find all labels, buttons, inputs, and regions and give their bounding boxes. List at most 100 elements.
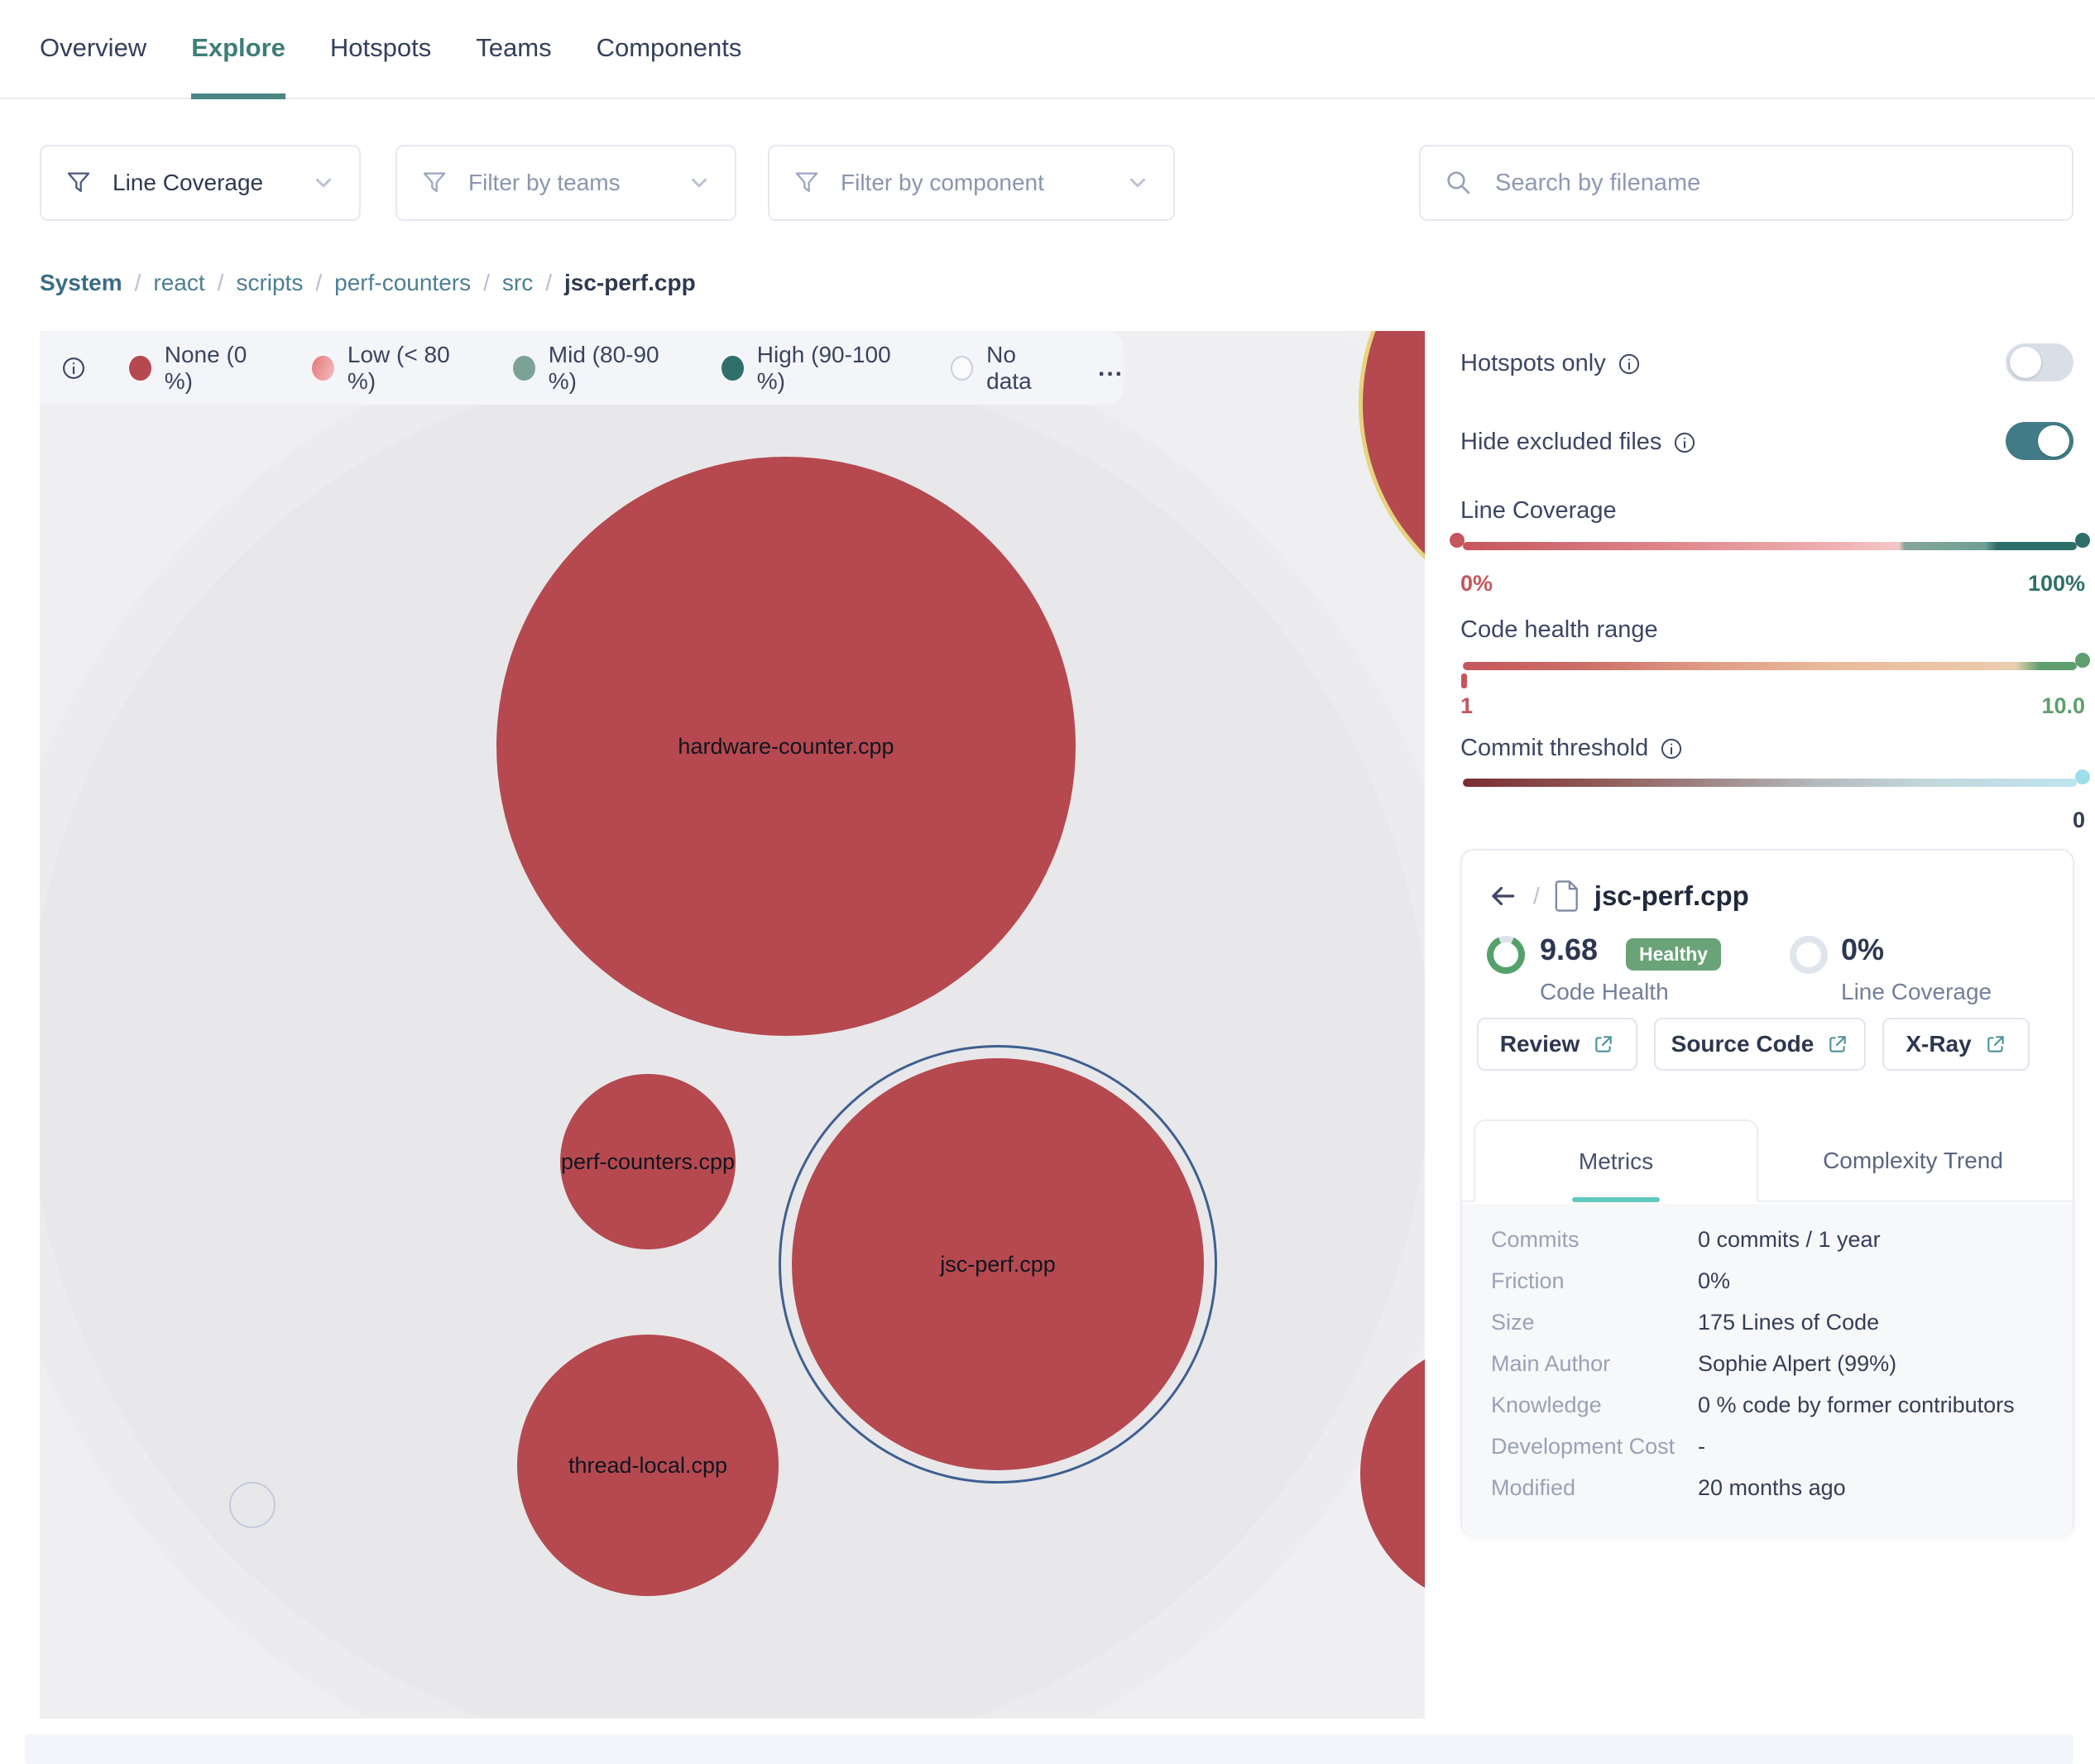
code-health-min-handle[interactable]	[1461, 673, 1467, 688]
metric-filter-value: Line Coverage	[113, 170, 263, 196]
tab-overview[interactable]: Overview	[40, 0, 146, 99]
source-code-button-label: Source Code	[1671, 1031, 1815, 1057]
legend-more-button[interactable]: ...	[1098, 354, 1124, 382]
breadcrumb-react[interactable]: react	[153, 270, 204, 296]
legend-item-none[interactable]: None (0 %)	[129, 342, 269, 395]
bubble-label: perf-counters.cpp	[561, 1149, 735, 1175]
component-filter-dropdown[interactable]: Filter by component	[768, 145, 1175, 221]
detail-tabs: Metrics Complexity Trend	[1462, 1119, 2073, 1202]
hide-excluded-toggle[interactable]	[2006, 422, 2073, 460]
breadcrumb-separator: /	[545, 270, 552, 296]
commit-threshold-text: Commit threshold	[1460, 735, 1648, 762]
path-separator: /	[1533, 883, 1540, 909]
legend-item-low[interactable]: Low (< 80 %)	[312, 342, 470, 395]
hotspots-only-text: Hotspots only	[1460, 350, 1606, 377]
coverage-legend: None (0 %) Low (< 80 %) Mid (80-90 %) Hi…	[40, 331, 1124, 405]
breadcrumb-system[interactable]: System	[40, 270, 122, 296]
active-tab-underline	[1572, 1197, 1660, 1202]
breadcrumb-separator: /	[218, 270, 224, 296]
code-health-ring-icon	[1487, 936, 1525, 974]
legend-label: None (0 %)	[165, 342, 269, 395]
source-code-button[interactable]: Source Code	[1654, 1018, 1866, 1071]
tab-explore[interactable]: Explore	[191, 0, 285, 99]
search-icon	[1444, 168, 1474, 198]
teams-filter-placeholder: Filter by teams	[468, 170, 621, 196]
tab-complexity-trend[interactable]: Complexity Trend	[1776, 1119, 2049, 1202]
legend-dot-no-data	[951, 356, 973, 381]
breadcrumb-src[interactable]: src	[502, 270, 533, 296]
legend-item-no-data[interactable]: No data	[951, 342, 1058, 395]
bubble-no-data[interactable]	[229, 1482, 276, 1528]
health-status-badge: Healthy	[1626, 938, 1721, 971]
toggle-knob	[2010, 347, 2041, 378]
breadcrumb-separator: /	[483, 270, 490, 296]
code-health-min-value: 1	[1460, 693, 1473, 719]
teams-filter-dropdown[interactable]: Filter by teams	[396, 145, 736, 221]
legend-item-mid[interactable]: Mid (80-90 %)	[513, 342, 678, 395]
line-coverage-max-handle[interactable]	[2075, 533, 2090, 548]
tab-teams[interactable]: Teams	[476, 0, 551, 99]
table-row-modified: Modified 20 months ago	[1462, 1475, 2073, 1510]
code-health-range-slider[interactable]	[1463, 662, 2077, 670]
breadcrumb-scripts[interactable]: scripts	[236, 270, 303, 296]
nav-tabs: Overview Explore Hotspots Teams Componen…	[40, 0, 741, 99]
info-icon[interactable]	[1673, 431, 1696, 454]
info-icon[interactable]	[61, 356, 86, 381]
breadcrumb-perf-counters[interactable]: perf-counters	[334, 270, 471, 296]
legend-item-high[interactable]: High (90-100 %)	[722, 342, 908, 395]
row-value: 175 Lines of Code	[1698, 1310, 1879, 1335]
table-row-development-cost: Development Cost -	[1462, 1434, 2073, 1469]
legend-dot-high	[722, 356, 744, 381]
bubble-jsc-perf-selected[interactable]: jsc-perf.cpp	[792, 1058, 1204, 1470]
bubble-label: jsc-perf.cpp	[940, 1252, 1056, 1277]
commit-threshold-label: Commit threshold	[1460, 735, 1683, 762]
bubble-thread-local[interactable]: thread-local.cpp	[517, 1335, 779, 1596]
code-map: hardware-counter.cpp perf-counters.cpp j…	[40, 331, 1425, 1718]
row-label: Main Author	[1491, 1351, 1610, 1377]
hide-excluded-label: Hide excluded files	[1460, 429, 1696, 456]
tab-hotspots[interactable]: Hotspots	[330, 0, 431, 99]
info-icon[interactable]	[1618, 352, 1641, 376]
row-label: Commits	[1491, 1227, 1580, 1253]
hotspots-only-label: Hotspots only	[1460, 350, 1641, 377]
line-coverage-min-handle[interactable]	[1450, 533, 1465, 548]
row-value: 0 % code by former contributors	[1698, 1393, 2015, 1418]
code-health-label: Code Health	[1540, 979, 1669, 1005]
table-row-main-author: Main Author Sophie Alpert (99%)	[1462, 1351, 2073, 1386]
tab-complexity-label: Complexity Trend	[1823, 1148, 2003, 1174]
info-icon[interactable]	[1660, 737, 1683, 760]
line-coverage-slider[interactable]	[1463, 542, 2077, 550]
code-health-value: 9.68	[1540, 932, 1598, 967]
search-input[interactable]	[1495, 170, 1992, 197]
xray-button[interactable]: X-Ray	[1882, 1018, 2030, 1071]
line-coverage-max-value: 100%	[2028, 571, 2085, 597]
line-coverage-min-value: 0%	[1460, 571, 1493, 597]
metric-filter-dropdown[interactable]: Line Coverage	[40, 145, 361, 221]
next-section-edge	[25, 1734, 2073, 1764]
back-arrow-icon[interactable]	[1487, 880, 1518, 912]
row-label: Friction	[1491, 1268, 1565, 1294]
row-label: Modified	[1491, 1475, 1575, 1501]
hotspots-only-toggle[interactable]	[2006, 343, 2073, 381]
funnel-icon	[793, 169, 821, 197]
code-health-max-handle[interactable]	[2075, 653, 2090, 668]
tab-components[interactable]: Components	[597, 0, 742, 99]
row-value: 20 months ago	[1698, 1475, 1846, 1501]
line-coverage-text: Line Coverage	[1460, 497, 1617, 525]
commit-threshold-handle[interactable]	[2075, 769, 2090, 784]
row-value: Sophie Alpert (99%)	[1698, 1351, 1896, 1377]
table-row-knowledge: Knowledge 0 % code by former contributor…	[1462, 1393, 2073, 1427]
component-filter-placeholder: Filter by component	[841, 170, 1044, 196]
funnel-icon	[420, 169, 448, 197]
review-button[interactable]: Review	[1477, 1018, 1637, 1071]
tab-metrics[interactable]: Metrics	[1474, 1119, 1758, 1202]
row-label: Development Cost	[1491, 1434, 1675, 1460]
bubble-perf-counters[interactable]: perf-counters.cpp	[560, 1074, 736, 1249]
top-nav: Overview Explore Hotspots Teams Componen…	[0, 0, 2095, 99]
external-link-icon	[1985, 1033, 2006, 1055]
commit-threshold-slider[interactable]	[1463, 779, 2077, 787]
bubble-label: hardware-counter.cpp	[678, 734, 894, 760]
bubble-hardware-counter[interactable]: hardware-counter.cpp	[496, 457, 1076, 1036]
file-detail-card: / jsc-perf.cpp 9.68 Healthy Code Health …	[1460, 849, 2074, 1536]
row-value: -	[1698, 1434, 1705, 1460]
